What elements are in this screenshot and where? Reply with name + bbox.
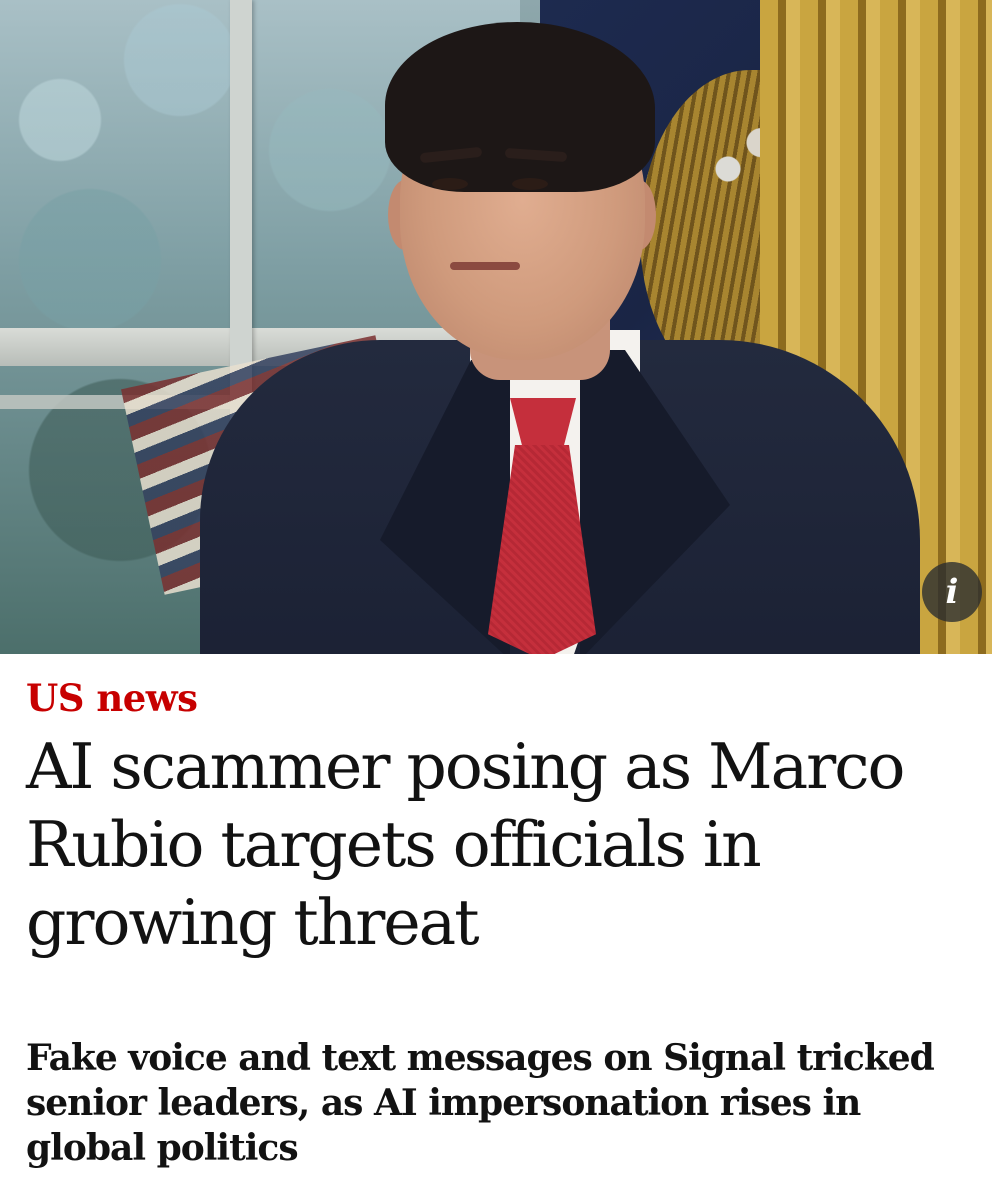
mouth xyxy=(450,262,520,270)
section-link[interactable]: US news xyxy=(26,676,198,720)
article-card: i US news AI scammer posing as Marco Rub… xyxy=(0,0,992,1200)
headline: AI scammer posing as Marco Rubio targets… xyxy=(26,730,905,959)
eye-right xyxy=(512,178,548,190)
hero-image[interactable]: i xyxy=(0,0,992,654)
standfirst: Fake voice and text messages on Signal t… xyxy=(26,1037,935,1169)
hair xyxy=(385,22,655,192)
eye-left xyxy=(432,178,468,190)
info-icon[interactable]: i xyxy=(922,562,982,622)
